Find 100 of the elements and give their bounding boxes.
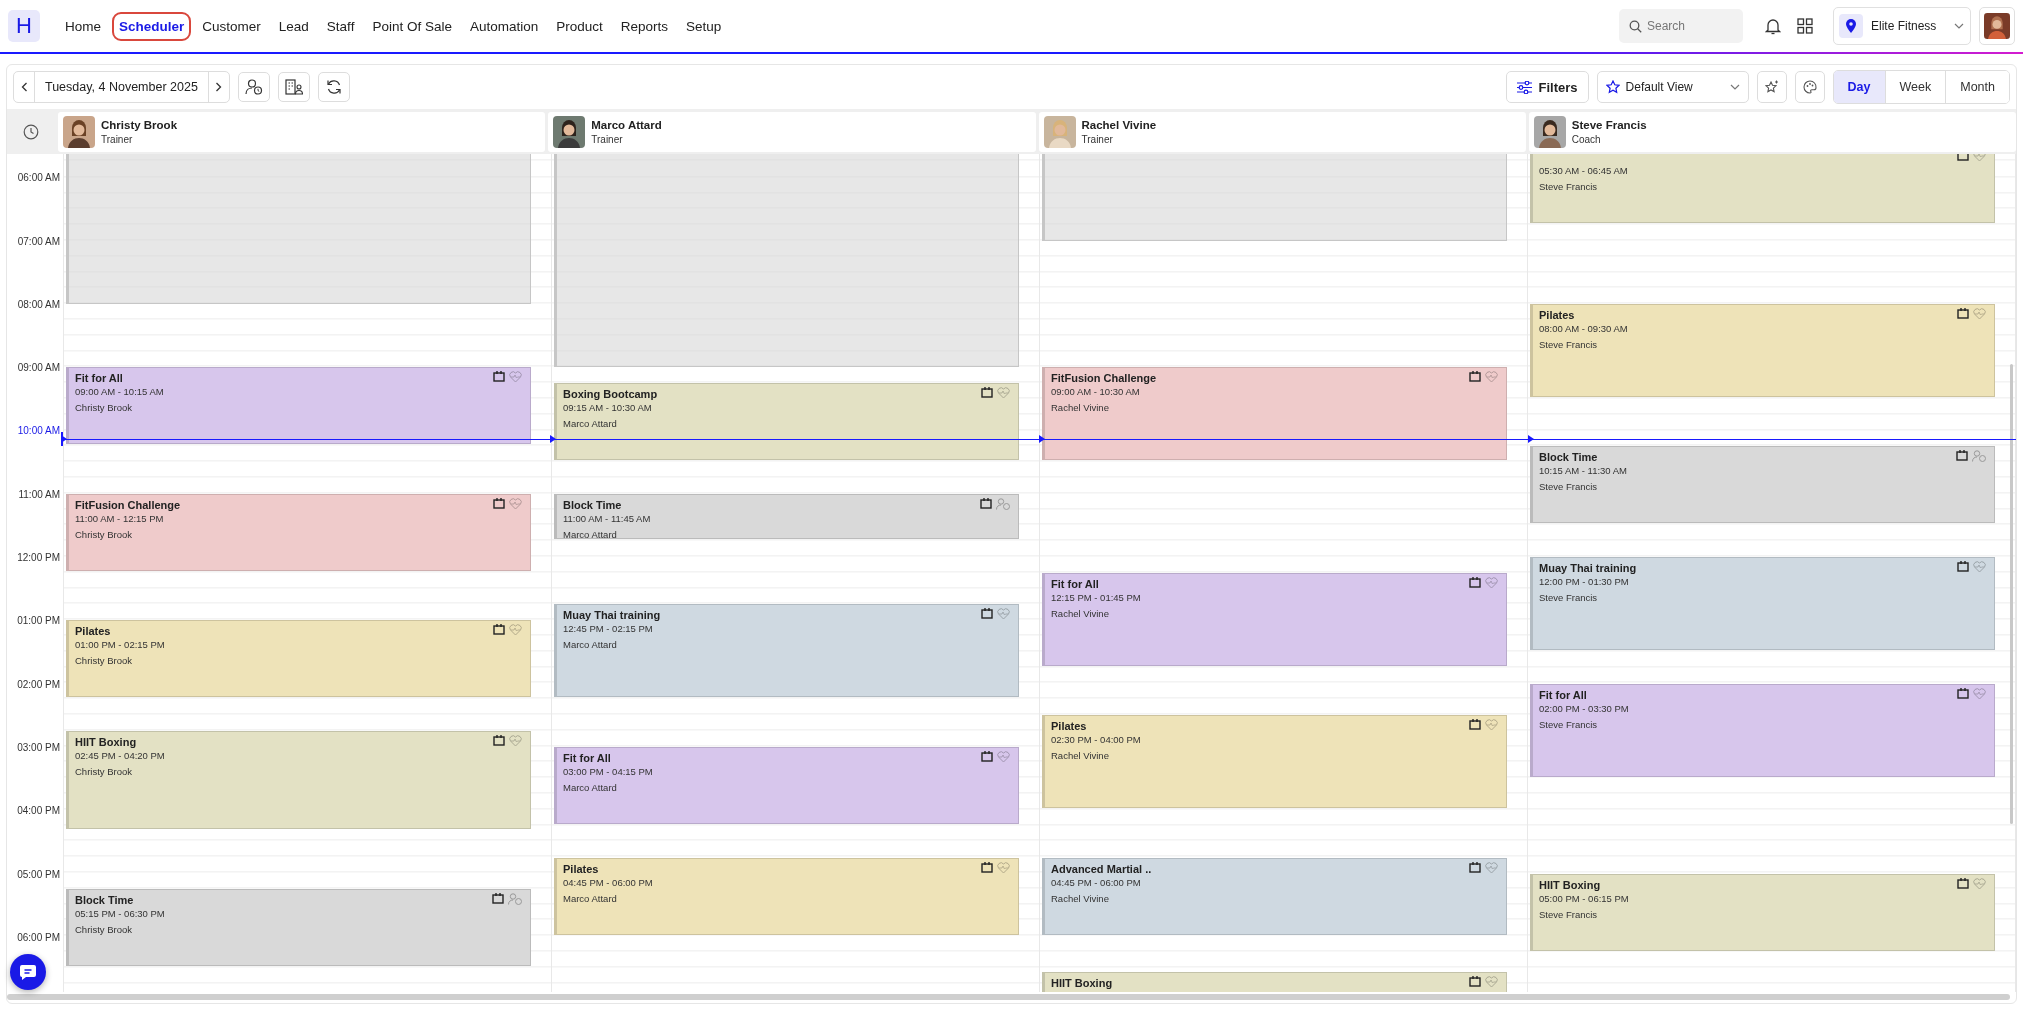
- event-host: Marco Attard: [563, 416, 618, 431]
- class-event[interactable]: Advanced Martial .. 04:45 PM - 06:00 PM Rachel Vivine: [1042, 857, 1507, 935]
- class-event[interactable]: FitFusion Challenge 11:00 AM - 12:15 PM Christy Brook: [66, 493, 531, 571]
- star-icon: [1605, 80, 1620, 94]
- class-event[interactable]: Boxing Bootcamp 09:15 AM - 10:30 AM Marco Attard: [554, 382, 1019, 461]
- event-host: Christy Brook: [75, 401, 133, 416]
- nav-item[interactable]: Scheduler: [112, 11, 192, 41]
- event-title: Pilates: [75, 624, 112, 639]
- location-pin-icon: [1846, 19, 1856, 33]
- nav-item[interactable]: Product: [549, 11, 610, 41]
- staff-header[interactable]: Marco Attard Trainer: [548, 112, 1036, 152]
- staff-name: Christy Brook: [101, 119, 178, 131]
- event-host: Christy Brook: [75, 527, 133, 542]
- location-name: Elite Fitness: [1871, 19, 1938, 33]
- rooms-button[interactable]: [277, 72, 310, 102]
- event-host: Christy Brook: [75, 654, 133, 669]
- nav-item[interactable]: Staff: [319, 11, 362, 41]
- nav-item[interactable]: Lead: [271, 11, 316, 41]
- class-event[interactable]: Fit for All 03:00 PM - 04:15 PM Marco Attard: [554, 746, 1019, 825]
- time-label: 05:00 PM: [17, 868, 60, 879]
- event-time: 10:15 AM - 11:30 AM: [1539, 464, 1628, 479]
- class-event[interactable]: HIIT Boxing: [1042, 972, 1507, 992]
- app-logo[interactable]: H: [8, 10, 40, 42]
- class-event[interactable]: Muay Thai training 12:45 PM - 02:15 PM Marco Attard: [554, 604, 1019, 698]
- event-time: 01:00 PM - 02:15 PM: [75, 638, 166, 653]
- class-event[interactable]: Pilates 02:30 PM - 04:00 PM Rachel Vivine: [1042, 715, 1507, 809]
- time-label: 06:00 PM: [17, 931, 60, 943]
- calendar-icon: [981, 750, 993, 762]
- event-host: Steve Francis: [1539, 337, 1599, 352]
- person-clock-icon: [996, 497, 1010, 510]
- event-time: 02:45 PM - 04:20 PM: [75, 749, 166, 764]
- nav-item[interactable]: Home: [58, 11, 108, 41]
- event-time: 03:00 PM - 04:15 PM: [563, 764, 654, 779]
- chevron-left-icon: [20, 82, 28, 92]
- location-dropdown[interactable]: Elite Fitness: [1833, 7, 1971, 45]
- block-time-event[interactable]: Block Time 05:15 PM - 06:30 PM Christy Brook: [66, 889, 531, 967]
- event-host: Steve Francis: [1539, 907, 1599, 922]
- event-host: Steve Francis: [1539, 179, 1599, 194]
- calendar-icon: [1469, 371, 1481, 383]
- calendar-icon: [493, 735, 505, 747]
- class-event[interactable]: HIIT Boxing 05:00 PM - 06:15 PM Steve Francis: [1530, 873, 1995, 951]
- class-event[interactable]: Pilates 01:00 PM - 02:15 PM Christy Brook: [66, 620, 531, 698]
- chat-button[interactable]: [10, 954, 46, 990]
- time-label: 09:00 AM: [17, 361, 60, 373]
- event-title: Block Time: [1539, 450, 1599, 465]
- clock-icon: [23, 124, 39, 140]
- heart-pulse-icon: [997, 386, 1010, 399]
- search-field[interactable]: Search: [1619, 9, 1743, 43]
- block-time-event[interactable]: Block Time 10:15 AM - 11:30 AM Steve Francis: [1530, 446, 1995, 524]
- nav-item[interactable]: Reports: [613, 11, 676, 41]
- building-person-icon: [284, 79, 303, 95]
- vertical-scrollbar[interactable]: [2010, 364, 2013, 824]
- chevron-right-icon: [215, 82, 223, 92]
- bell-icon[interactable]: [1765, 17, 1781, 35]
- heart-pulse-icon: [1485, 576, 1498, 589]
- apps-grid-icon[interactable]: [1797, 18, 1813, 34]
- class-event[interactable]: 05:30 AM - 06:45 AM Steve Francis: [1530, 154, 1995, 223]
- time-label: 04:00 PM: [17, 804, 60, 816]
- view-name: Default View: [1625, 80, 1694, 94]
- event-time: 05:15 PM - 06:30 PM: [75, 907, 166, 922]
- class-event[interactable]: Pilates 08:00 AM - 09:30 AM Steve Francis: [1530, 303, 1995, 397]
- event-host: Christy Brook: [75, 765, 133, 780]
- staff-header[interactable]: Steve Francis Coach: [1528, 112, 2016, 152]
- event-time: 12:00 PM - 01:30 PM: [1539, 575, 1630, 589]
- event-time: 04:45 PM - 06:00 PM: [1051, 875, 1142, 890]
- nav-item[interactable]: Automation: [462, 11, 546, 41]
- user-avatar[interactable]: [1984, 12, 2010, 40]
- time-label: 10:00 AM: [17, 424, 60, 436]
- event-title: Pilates: [1051, 719, 1088, 734]
- class-event[interactable]: Fit for All 09:00 AM - 10:15 AM Christy Brook: [66, 367, 531, 445]
- horizontal-scrollbar[interactable]: [7, 994, 2010, 1000]
- block-time-event[interactable]: Block Time 11:00 AM - 11:45 AM Marco Attard: [554, 493, 1019, 540]
- class-event[interactable]: Pilates 04:45 PM - 06:00 PM Marco Attard: [554, 857, 1019, 935]
- class-event[interactable]: FitFusion Challenge 09:00 AM - 10:30 AM Rachel Vivine: [1042, 367, 1507, 461]
- event-title: Fit for All: [1051, 576, 1100, 591]
- event-time: 04:45 PM - 06:00 PM: [563, 875, 654, 890]
- nav-item[interactable]: Customer: [195, 11, 268, 41]
- person-clock-icon: [508, 893, 522, 906]
- filters-button[interactable]: Filters: [1505, 71, 1589, 103]
- refresh-button[interactable]: [317, 72, 350, 102]
- heart-pulse-icon: [997, 750, 1010, 763]
- class-event[interactable]: Fit for All 12:15 PM - 01:45 PM Rachel Vivine: [1042, 572, 1507, 666]
- staff-avatar: [553, 116, 586, 148]
- heart-pulse-icon: [1973, 307, 1986, 320]
- view-dropdown[interactable]: Default View: [1596, 71, 1749, 103]
- event-host: Rachel Vivine: [1051, 749, 1110, 764]
- staff-availability-button[interactable]: [237, 72, 270, 102]
- color-theme-button[interactable]: [1794, 71, 1825, 103]
- nav-item[interactable]: Point Of Sale: [365, 11, 459, 41]
- event-host: Rachel Vivine: [1051, 606, 1110, 621]
- view-range-tab[interactable]: Day: [1833, 71, 1885, 103]
- calendar-icon: [1957, 687, 1969, 699]
- class-event[interactable]: Muay Thai training 12:00 PM - 01:30 PM Steve Francis: [1530, 557, 1995, 650]
- class-event[interactable]: Fit for All 02:00 PM - 03:30 PM Steve Francis: [1530, 683, 1995, 777]
- favorite-button[interactable]: [1756, 71, 1787, 103]
- nav-item[interactable]: Setup: [679, 11, 729, 41]
- view-range-tab[interactable]: Month: [1945, 71, 2009, 103]
- staff-header[interactable]: Christy Brook Trainer: [58, 112, 546, 152]
- staff-header[interactable]: Rachel Vivine Trainer: [1038, 112, 1526, 152]
- class-event[interactable]: HIIT Boxing 02:45 PM - 04:20 PM Christy Brook: [66, 731, 531, 830]
